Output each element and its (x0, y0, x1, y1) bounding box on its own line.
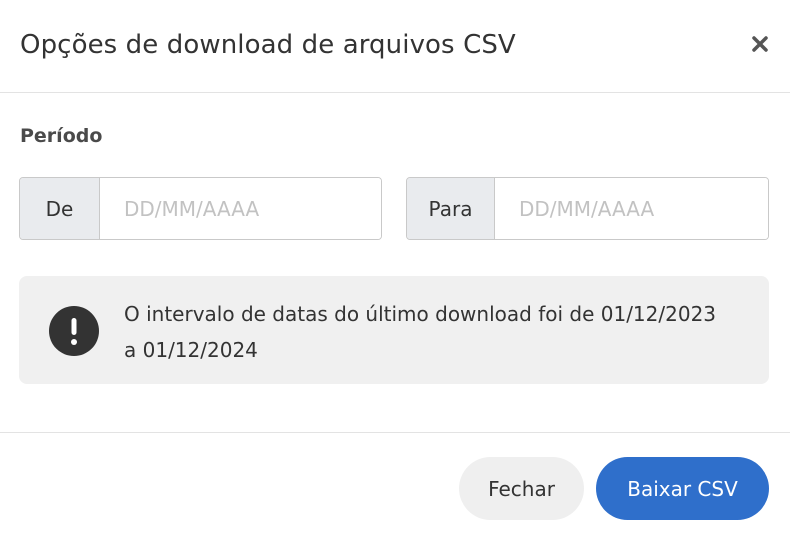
to-date-group: Para (406, 177, 769, 240)
csv-download-dialog: Opções de download de arquivos CSV Perío… (0, 0, 790, 540)
period-label: Período (20, 125, 103, 147)
dialog-header: Opções de download de arquivos CSV (0, 0, 790, 93)
close-icon (752, 36, 768, 52)
footer-divider (0, 432, 790, 433)
from-date-addon: De (20, 178, 100, 239)
to-date-input[interactable] (495, 178, 768, 239)
last-download-info: O intervalo de datas do último download … (19, 276, 769, 384)
to-date-addon: Para (407, 178, 495, 239)
close-button[interactable] (746, 30, 774, 58)
from-date-input[interactable] (100, 178, 381, 239)
fechar-button[interactable]: Fechar (459, 457, 584, 520)
baixar-csv-button[interactable]: Baixar CSV (596, 457, 769, 520)
info-message: O intervalo de datas do último download … (124, 302, 717, 362)
from-date-group: De (19, 177, 382, 240)
dialog-title: Opções de download de arquivos CSV (20, 30, 516, 60)
exclamation-icon (49, 306, 99, 356)
